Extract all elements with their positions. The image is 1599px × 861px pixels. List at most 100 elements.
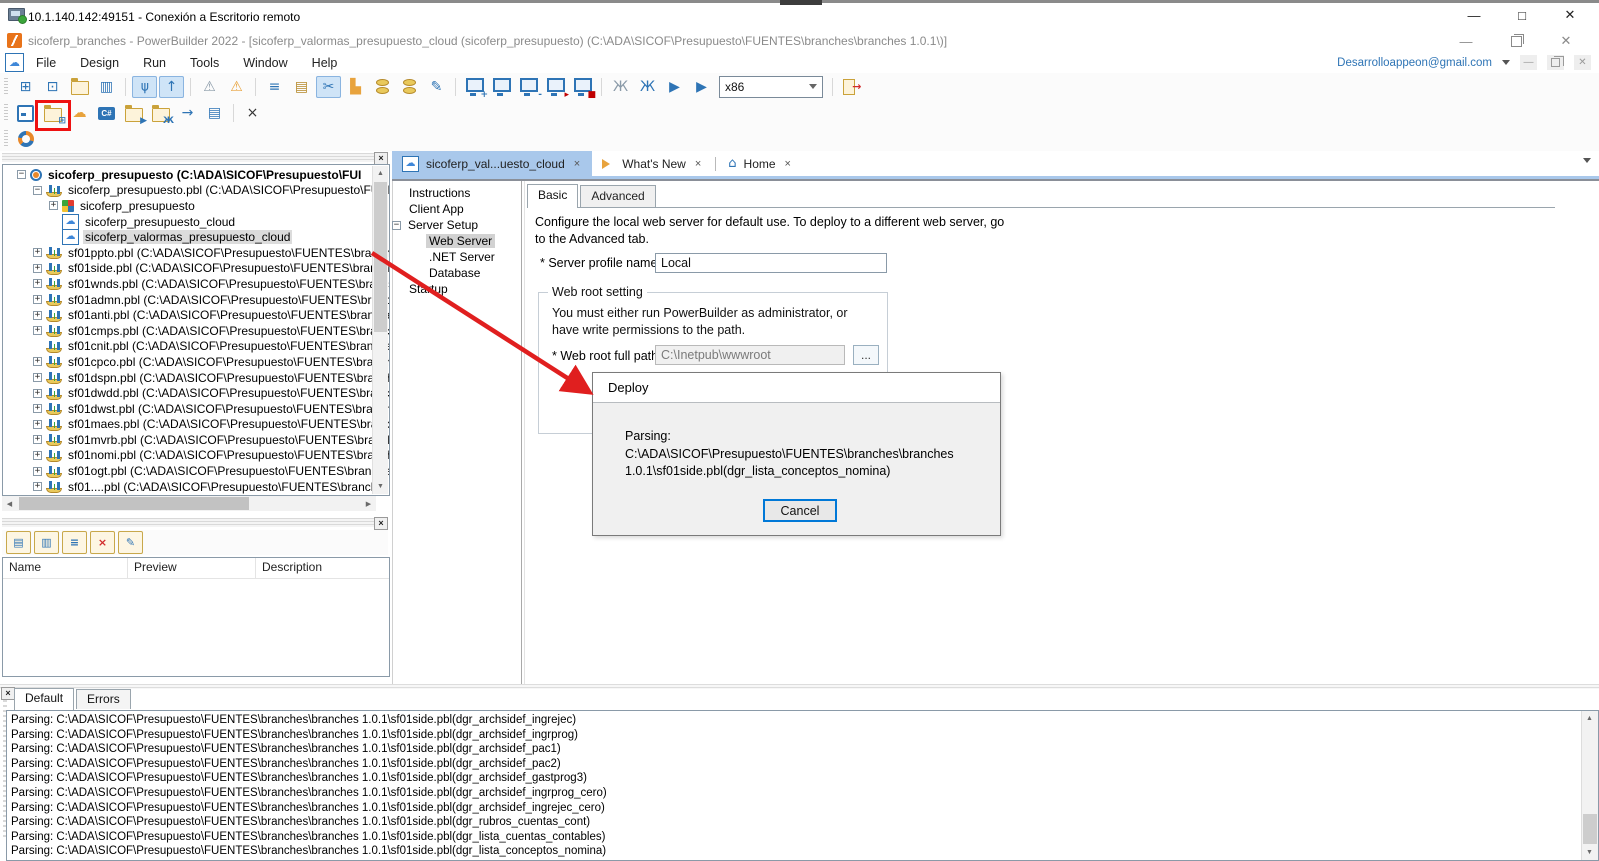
expand-icon[interactable]: + bbox=[49, 201, 58, 210]
expand-icon[interactable]: + bbox=[33, 467, 42, 476]
database-profile-icon[interactable] bbox=[370, 76, 395, 98]
open-painter-icon[interactable] bbox=[67, 76, 92, 98]
new-object-icon[interactable]: ⊞ bbox=[13, 76, 38, 98]
doc-tab-painter[interactable]: ☁sicoferp_val...uesto_cloud× bbox=[392, 151, 592, 176]
collapse-icon[interactable]: − bbox=[33, 186, 42, 195]
collapse-icon[interactable]: − bbox=[392, 221, 401, 230]
expand-icon[interactable]: + bbox=[33, 279, 42, 288]
tree-item[interactable]: +sf01dspn.pbl (C:\ADA\SICOF\Presupuesto\… bbox=[3, 370, 389, 386]
tree-item[interactable]: +sf01wnds.pbl (C:\ADA\SICOF\Presupuesto\… bbox=[3, 276, 389, 292]
menu-design[interactable]: Design bbox=[68, 52, 131, 73]
tree-item[interactable]: ☁sicoferp_valormas_presupuesto_cloud bbox=[3, 229, 389, 245]
mdi-restore-button[interactable] bbox=[1547, 55, 1564, 70]
column-header-preview[interactable]: Preview bbox=[128, 558, 256, 578]
warnings-filled-icon[interactable]: ⚠ bbox=[224, 76, 249, 98]
menu-window[interactable]: Window bbox=[231, 52, 299, 73]
server-profile-input[interactable]: Local bbox=[655, 253, 887, 273]
expand-icon[interactable]: + bbox=[33, 295, 42, 304]
mdi-child-icon[interactable]: ☁ bbox=[5, 53, 24, 72]
tree-item[interactable]: +sf01mvrb.pbl (C:\ADA\SICOF\Presupuesto\… bbox=[3, 432, 389, 448]
tree-item[interactable]: +sf01nomi.pbl (C:\ADA\SICOF\Presupuesto\… bbox=[3, 448, 389, 464]
column-header-name[interactable]: Name bbox=[3, 558, 128, 578]
toolbar-grip[interactable] bbox=[4, 130, 8, 148]
tree-item[interactable]: sf01cnit.pbl (C:\ADA\SICOF\Presupuesto\F… bbox=[3, 339, 389, 355]
expand-icon[interactable]: + bbox=[33, 311, 42, 320]
warnings-outline-icon[interactable]: ⚠ bbox=[197, 76, 222, 98]
nav-item--net-server[interactable]: .NET Server bbox=[394, 249, 519, 265]
app-close-button[interactable]: ✕ bbox=[1551, 32, 1581, 50]
doc-tab-what-s-new[interactable]: What's New× bbox=[592, 151, 713, 176]
menu-file[interactable]: File bbox=[24, 52, 68, 73]
menu-tools[interactable]: Tools bbox=[178, 52, 231, 73]
output-window-icon[interactable]: ▙ bbox=[343, 76, 368, 98]
close-icon[interactable]: × bbox=[572, 158, 582, 170]
edit-source-icon[interactable]: ✎ bbox=[424, 76, 449, 98]
column-header-description[interactable]: Description bbox=[256, 558, 386, 578]
expand-icon[interactable]: + bbox=[33, 373, 42, 382]
close-icon[interactable]: × bbox=[783, 158, 793, 170]
tab-default[interactable]: Default bbox=[14, 688, 74, 710]
window-close-icon[interactable]: - bbox=[516, 76, 541, 98]
rename-icon[interactable]: ≡ bbox=[62, 531, 87, 554]
workspace-tree-icon[interactable]: ⋔ bbox=[132, 76, 157, 98]
expand-icon[interactable]: + bbox=[33, 404, 42, 413]
edit-comment-icon[interactable]: ✎ bbox=[118, 531, 143, 554]
expand-icon[interactable]: + bbox=[33, 389, 42, 398]
expand-icon[interactable]: + bbox=[33, 264, 42, 273]
tree-item[interactable]: +sicoferp_presupuesto bbox=[3, 198, 389, 214]
cloud-services-icon[interactable]: ☁ bbox=[67, 102, 92, 124]
cancel-button[interactable]: Cancel bbox=[763, 499, 837, 522]
debug-bug-icon[interactable]: Ж bbox=[608, 76, 633, 98]
debug-project-icon[interactable]: Ж bbox=[148, 102, 173, 124]
window-record-icon[interactable]: ▸ bbox=[543, 76, 568, 98]
nav-item-server-setup[interactable]: −Server Setup bbox=[394, 217, 519, 233]
save-icon[interactable] bbox=[13, 102, 38, 124]
menu-help[interactable]: Help bbox=[300, 52, 350, 73]
tree-item[interactable]: +sf01admn.pbl (C:\ADA\SICOF\Presupuesto\… bbox=[3, 292, 389, 308]
delete-icon[interactable]: × bbox=[90, 531, 115, 554]
export-icon[interactable]: → bbox=[175, 102, 200, 124]
inherit-object-icon[interactable]: ⊡ bbox=[40, 76, 65, 98]
tree-panel-grip[interactable] bbox=[2, 153, 388, 162]
scroll-right-icon[interactable]: ▶ bbox=[361, 496, 376, 511]
webroot-path-input[interactable]: C:\Inetpub\wwwroot bbox=[655, 345, 845, 365]
doc-tab-home[interactable]: ⌂Home× bbox=[718, 151, 803, 176]
expand-icon[interactable]: + bbox=[33, 435, 42, 444]
output-scrollbar-thumb[interactable] bbox=[1583, 814, 1597, 844]
tree-item[interactable]: +sf01side.pbl (C:\ADA\SICOF\Presupuesto\… bbox=[3, 261, 389, 277]
account-link[interactable]: Desarrolloappeon@gmail.com bbox=[1337, 57, 1492, 69]
tree-hscrollbar-thumb[interactable] bbox=[19, 497, 249, 510]
expand-icon[interactable]: + bbox=[33, 420, 42, 429]
log-icon[interactable]: ▤ bbox=[202, 102, 227, 124]
app-restore-button[interactable] bbox=[1501, 32, 1531, 50]
browser-icon[interactable]: ▤ bbox=[289, 76, 314, 98]
scroll-down-icon[interactable]: ▼ bbox=[373, 479, 388, 494]
tree-item[interactable]: +sf01dwdd.pbl (C:\ADA\SICOF\Presupuesto\… bbox=[3, 385, 389, 401]
tab-list-caret-icon[interactable] bbox=[1583, 158, 1591, 167]
tree-item[interactable]: ☁sicoferp_presupuesto_cloud bbox=[3, 214, 389, 230]
expand-icon[interactable]: + bbox=[33, 451, 42, 460]
tree-vertical-scrollbar[interactable]: ▲ ▼ bbox=[372, 166, 388, 494]
run-select-icon[interactable]: ▶ bbox=[689, 76, 714, 98]
nav-item-database[interactable]: Database bbox=[394, 265, 519, 281]
mdi-minimize-button[interactable]: — bbox=[1520, 55, 1537, 70]
tree-item[interactable]: +sf01ogt.pbl (C:\ADA\SICOF\Presupuesto\F… bbox=[3, 463, 389, 479]
mdi-close-button[interactable]: ✕ bbox=[1574, 55, 1591, 70]
output-panel-close-button[interactable]: × bbox=[1, 687, 15, 700]
deploy-project-icon[interactable]: ⊞ bbox=[40, 102, 65, 124]
list-panel-close-button[interactable]: × bbox=[374, 517, 388, 530]
collapse-icon[interactable]: − bbox=[17, 170, 26, 179]
menu-run[interactable]: Run bbox=[131, 52, 178, 73]
nav-item-web-server[interactable]: Web Server bbox=[394, 233, 519, 249]
rdp-minimize-button[interactable]: — bbox=[1459, 6, 1489, 24]
nav-item-client-app[interactable]: Client App bbox=[394, 201, 519, 217]
exit-icon[interactable] bbox=[839, 76, 864, 98]
window-new-icon[interactable]: + bbox=[462, 76, 487, 98]
list-view-icon[interactable]: ≡ bbox=[262, 76, 287, 98]
copy-icon[interactable]: ▥ bbox=[34, 531, 59, 554]
scroll-left-icon[interactable]: ◀ bbox=[2, 496, 17, 511]
scroll-down-icon[interactable]: ▼ bbox=[1582, 845, 1597, 860]
tree-item[interactable]: +sf01maes.pbl (C:\ADA\SICOF\Presupuesto\… bbox=[3, 417, 389, 433]
nav-item-startup[interactable]: Startup bbox=[394, 281, 519, 297]
rdp-maximize-button[interactable]: □ bbox=[1507, 6, 1537, 24]
